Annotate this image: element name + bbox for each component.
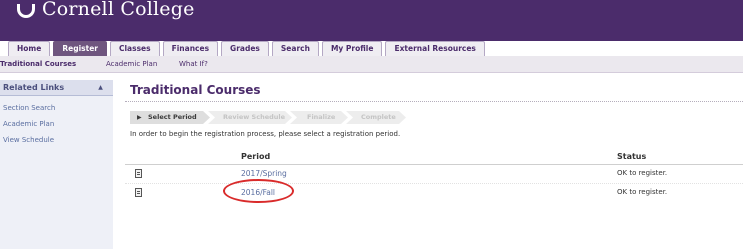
step-label: Review Schedule: [223, 113, 286, 121]
sidebar-header: Related Links ▲: [0, 80, 113, 96]
instructions-text: In order to begin the registration proce…: [130, 130, 401, 138]
table-header-divider: [125, 164, 743, 165]
step-finalize: Finalize: [290, 111, 348, 124]
subnav-traditional-courses[interactable]: Traditional Courses: [0, 56, 76, 73]
document-icon: [135, 169, 142, 178]
step-review-schedule: Review Schedule: [208, 111, 292, 124]
row-divider: [125, 183, 743, 184]
subnav-what-if[interactable]: What If?: [179, 56, 208, 73]
related-links-sidebar: Related Links ▲ Section Search Academic …: [0, 80, 113, 249]
tab-home[interactable]: Home: [8, 41, 51, 56]
tab-grades[interactable]: Grades: [221, 41, 269, 56]
sidebar-link-section-search[interactable]: Section Search: [3, 104, 55, 112]
play-icon: ▶: [137, 114, 142, 121]
status-text: OK to register.: [617, 188, 668, 196]
tab-register[interactable]: Register: [53, 41, 107, 56]
tab-classes[interactable]: Classes: [109, 41, 160, 56]
column-header-period: Period: [241, 152, 271, 161]
sidebar-link-view-schedule[interactable]: View Schedule: [3, 136, 54, 144]
page-title: Traditional Courses: [130, 83, 261, 97]
main-tabs: Home Register Classes Finances Grades Se…: [8, 41, 488, 56]
college-name: Cornell College: [42, 0, 195, 20]
highlight-circle: [223, 179, 294, 203]
table-row: 2016/Fall OK to register.: [125, 185, 743, 204]
document-icon: [135, 188, 142, 197]
tab-finances[interactable]: Finances: [162, 41, 219, 56]
step-label: Complete: [361, 113, 396, 121]
period-link[interactable]: 2017/Spring: [241, 169, 287, 178]
status-text: OK to register.: [617, 169, 668, 177]
tab-my-profile[interactable]: My Profile: [321, 41, 383, 56]
table-row: 2017/Spring OK to register.: [125, 166, 743, 185]
shield-icon: [17, 4, 35, 18]
site-header: Cornell College: [0, 0, 743, 41]
sidebar-title: Related Links: [3, 83, 65, 92]
title-divider: [125, 101, 743, 102]
triangle-up-icon[interactable]: ▲: [94, 81, 107, 94]
step-label: Select Period: [148, 113, 197, 121]
tab-search[interactable]: Search: [271, 41, 319, 56]
column-header-status: Status: [617, 152, 647, 161]
step-select-period: ▶ Select Period: [130, 111, 210, 124]
sidebar-link-academic-plan[interactable]: Academic Plan: [3, 120, 54, 128]
sub-navigation: Traditional Courses Academic Plan What I…: [0, 56, 743, 73]
subnav-academic-plan[interactable]: Academic Plan: [106, 56, 157, 73]
step-complete: Complete: [346, 111, 406, 124]
tab-external-resources[interactable]: External Resources: [385, 41, 485, 56]
step-label: Finalize: [307, 113, 336, 121]
